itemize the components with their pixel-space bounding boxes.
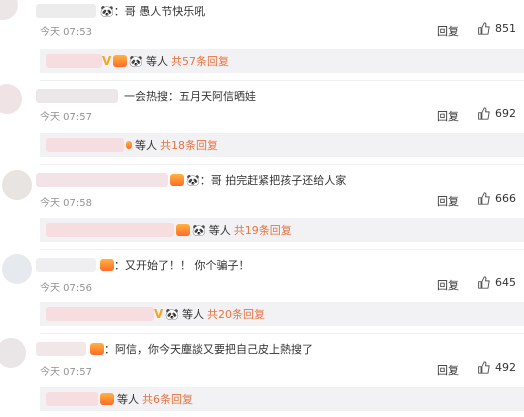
verified-v-icon: V xyxy=(154,307,164,321)
thumb-up-icon xyxy=(478,192,490,205)
sub-reply-count-link[interactable]: 共20条回复 xyxy=(207,306,265,322)
divider xyxy=(40,333,524,334)
panda-emoji-icon: 🐼 xyxy=(165,307,179,321)
avatar[interactable] xyxy=(0,0,18,20)
sub-reply-count-link[interactable]: 共6条回复 xyxy=(142,391,193,407)
sub-reply-summary[interactable]: 等人 共6条回复 xyxy=(40,387,524,411)
sub-reply-summary[interactable]: 等人 共18条回复 xyxy=(40,133,524,157)
divider xyxy=(40,80,524,81)
reply-button[interactable]: 回复 xyxy=(437,108,459,124)
sub-reply-who: 等人 xyxy=(146,55,168,68)
username-blurred[interactable] xyxy=(36,342,86,356)
username-blurred[interactable] xyxy=(36,4,96,18)
comment-text: ：又开始了！！ 你个骗子！ xyxy=(98,257,250,273)
sub-reply-who: 等人 xyxy=(117,393,139,406)
divider xyxy=(40,249,524,250)
reply-button[interactable]: 回复 xyxy=(437,23,459,39)
sub-reply-who: 等人 xyxy=(208,224,231,237)
like-button[interactable]: 692 xyxy=(477,107,516,120)
thumb-up-icon xyxy=(478,276,490,289)
avatar[interactable] xyxy=(0,84,22,114)
comment-text: 🐼 ：哥 愚人节快乐吼 xyxy=(100,4,206,19)
panda-emoji-icon: 🐼 xyxy=(100,4,114,18)
member-crown-icon xyxy=(100,259,114,271)
reply-button[interactable]: 回复 xyxy=(437,193,459,209)
sub-reply-who: 等人 xyxy=(135,139,157,152)
sub-reply-summary[interactable]: V 🐼 等人 共20条回复 xyxy=(40,302,524,326)
member-crown-icon xyxy=(90,343,104,355)
comment-time: 今天 07:56 xyxy=(40,283,92,294)
divider xyxy=(40,164,524,165)
sub-reply-who: 等人 xyxy=(182,308,204,321)
sub-reply-summary[interactable]: V 🐼 等人 共57条回复 xyxy=(40,49,524,73)
avatar[interactable] xyxy=(2,254,32,284)
member-crown-icon xyxy=(100,393,114,405)
like-button[interactable]: 666 xyxy=(477,192,516,205)
comment-text: 🐼 ：哥 拍完赶紧把孩子还给人家 xyxy=(168,172,346,188)
replier-blurred xyxy=(46,54,102,68)
like-button[interactable]: 645 xyxy=(477,276,516,289)
panda-emoji-icon: 🐼 xyxy=(129,54,143,68)
sub-reply-count-link[interactable]: 共18条回复 xyxy=(160,137,218,153)
avatar[interactable] xyxy=(2,170,32,200)
member-crown-icon xyxy=(170,174,184,186)
replier-blurred xyxy=(46,307,154,321)
replier-blurred xyxy=(46,223,174,237)
username-blurred[interactable] xyxy=(36,89,118,103)
panda-emoji-icon: 🐼 xyxy=(186,173,200,187)
comment-time: 今天 07:58 xyxy=(40,198,92,209)
like-button[interactable]: 492 xyxy=(477,361,516,374)
member-crown-icon xyxy=(126,141,132,149)
username-blurred[interactable] xyxy=(36,173,168,187)
member-crown-icon xyxy=(113,55,128,67)
comment-text: ：阿信，你今天塵談又要把自己皮上熱搜了 xyxy=(88,341,313,357)
thumb-up-icon xyxy=(478,361,490,374)
avatar[interactable] xyxy=(0,338,26,368)
comment-time: 今天 07:57 xyxy=(40,112,92,123)
sub-reply-summary[interactable]: 🐼 等人 共19条回复 xyxy=(40,218,524,242)
like-button[interactable]: 851 xyxy=(477,22,516,35)
comment-time: 今天 07:57 xyxy=(40,367,92,378)
reply-button[interactable]: 回复 xyxy=(437,277,459,293)
comment-text: 一会热搜：五月天阿信晒娃 xyxy=(124,90,256,103)
username-blurred[interactable] xyxy=(36,258,96,272)
thumb-up-icon xyxy=(478,107,490,120)
thumb-up-icon xyxy=(478,22,490,35)
comment-time: 今天 07:53 xyxy=(40,27,92,38)
reply-button[interactable]: 回复 xyxy=(437,362,459,378)
sub-reply-count-link[interactable]: 共57条回复 xyxy=(171,53,229,69)
verified-v-icon: V xyxy=(102,54,112,68)
panda-emoji-icon: 🐼 xyxy=(192,223,206,237)
member-crown-icon xyxy=(176,224,190,236)
replier-blurred xyxy=(46,392,98,406)
sub-reply-count-link[interactable]: 共19条回复 xyxy=(234,222,292,238)
replier-blurred xyxy=(46,138,124,152)
